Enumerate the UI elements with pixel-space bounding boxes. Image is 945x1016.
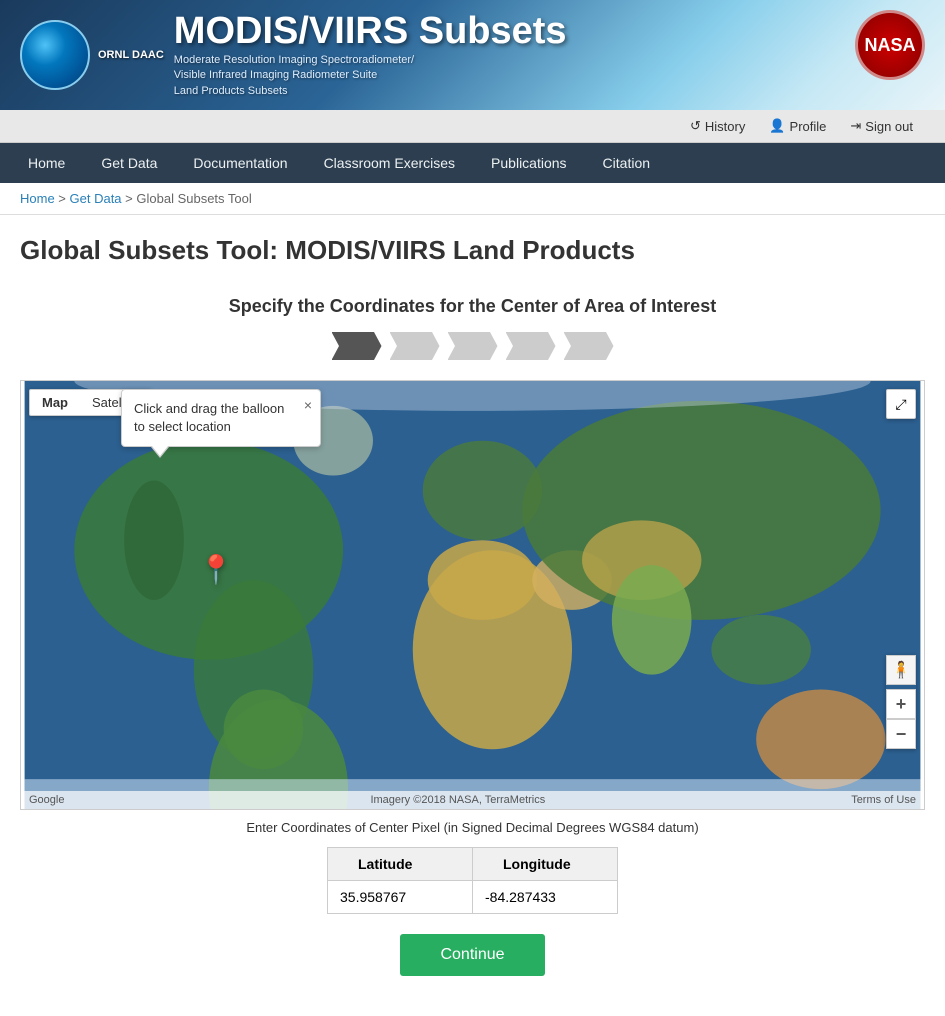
signout-icon: ⇥ (850, 118, 861, 134)
lon-cell[interactable] (473, 881, 618, 914)
imagery-label: Imagery ©2018 NASA, TerraMetrics (370, 794, 545, 806)
history-icon: ↺ (690, 118, 701, 134)
zoom-in-button[interactable]: + (886, 689, 916, 719)
nav-documentation[interactable]: Documentation (175, 143, 305, 183)
breadcrumb: Home > Get Data > Global Subsets Tool (0, 183, 945, 215)
top-nav-bar: ↺ History 👤 Profile ⇥ Sign out (0, 110, 945, 143)
profile-icon: 👤 (769, 118, 785, 134)
breadcrumb-current: Global Subsets Tool (136, 191, 251, 206)
step-indicators (20, 332, 925, 360)
nav-home[interactable]: Home (10, 143, 83, 183)
ornl-logo: ORNL DAAC (20, 20, 164, 90)
history-nav-item[interactable]: ↺ History (678, 114, 757, 138)
step-heading: Specify the Coordinates for the Center o… (20, 296, 925, 317)
map-marker[interactable]: 📍 (199, 553, 234, 586)
nav-citation[interactable]: Citation (585, 143, 668, 183)
step-4[interactable] (506, 332, 556, 360)
breadcrumb-get-data[interactable]: Get Data (70, 191, 122, 206)
latitude-input[interactable] (340, 889, 460, 905)
step-1[interactable] (332, 332, 382, 360)
map-container[interactable]: Map Satellite Click and drag the balloon… (20, 380, 925, 810)
site-title-block: MODIS/VIIRS Subsets Moderate Resolution … (174, 11, 567, 99)
breadcrumb-home[interactable]: Home (20, 191, 55, 206)
tooltip-close-button[interactable]: × (304, 396, 312, 416)
coordinate-label: Enter Coordinates of Center Pixel (in Si… (20, 820, 925, 835)
fullscreen-button[interactable]: ⤢ (886, 389, 916, 419)
signout-nav-item[interactable]: ⇥ Sign out (838, 114, 925, 138)
nav-publications[interactable]: Publications (473, 143, 585, 183)
site-title: MODIS/VIIRS Subsets (174, 11, 567, 53)
step-section: Specify the Coordinates for the Center o… (20, 296, 925, 360)
zoom-out-button[interactable]: − (886, 719, 916, 749)
main-nav: Home Get Data Documentation Classroom Ex… (0, 143, 945, 183)
terms-label[interactable]: Terms of Use (851, 794, 916, 806)
lat-header: Latitude (328, 848, 473, 881)
site-subtitle: Moderate Resolution Imaging Spectroradio… (174, 53, 567, 99)
fullscreen-icon: ⤢ (895, 396, 906, 413)
longitude-input[interactable] (485, 889, 605, 905)
profile-nav-item[interactable]: 👤 Profile (757, 114, 838, 138)
nasa-logo: NASA (855, 10, 925, 80)
map-footer: Google Imagery ©2018 NASA, TerraMetrics … (21, 791, 924, 809)
nav-get-data[interactable]: Get Data (83, 143, 175, 183)
map-tab-map[interactable]: Map (30, 390, 80, 415)
tooltip-text: Click and drag the balloon to select loc… (134, 401, 284, 434)
site-header: ORNL DAAC MODIS/VIIRS Subsets Moderate R… (0, 0, 945, 110)
step-2[interactable] (390, 332, 440, 360)
step-3[interactable] (448, 332, 498, 360)
zoom-controls: 🧍 + − (886, 655, 916, 749)
google-label: Google (29, 794, 64, 806)
street-view-button[interactable]: 🧍 (886, 655, 916, 685)
map-tooltip: Click and drag the balloon to select loc… (121, 389, 321, 447)
continue-button[interactable]: Continue (400, 934, 544, 976)
coordinate-table: Latitude Longitude (327, 847, 618, 914)
step-5[interactable] (564, 332, 614, 360)
lat-cell[interactable] (328, 881, 473, 914)
ornl-text: ORNL DAAC (98, 48, 164, 62)
nav-classroom[interactable]: Classroom Exercises (306, 143, 473, 183)
lon-header: Longitude (473, 848, 618, 881)
page-content: Global Subsets Tool: MODIS/VIIRS Land Pr… (0, 215, 945, 1016)
globe-icon (20, 20, 90, 90)
page-title: Global Subsets Tool: MODIS/VIIRS Land Pr… (20, 235, 925, 276)
